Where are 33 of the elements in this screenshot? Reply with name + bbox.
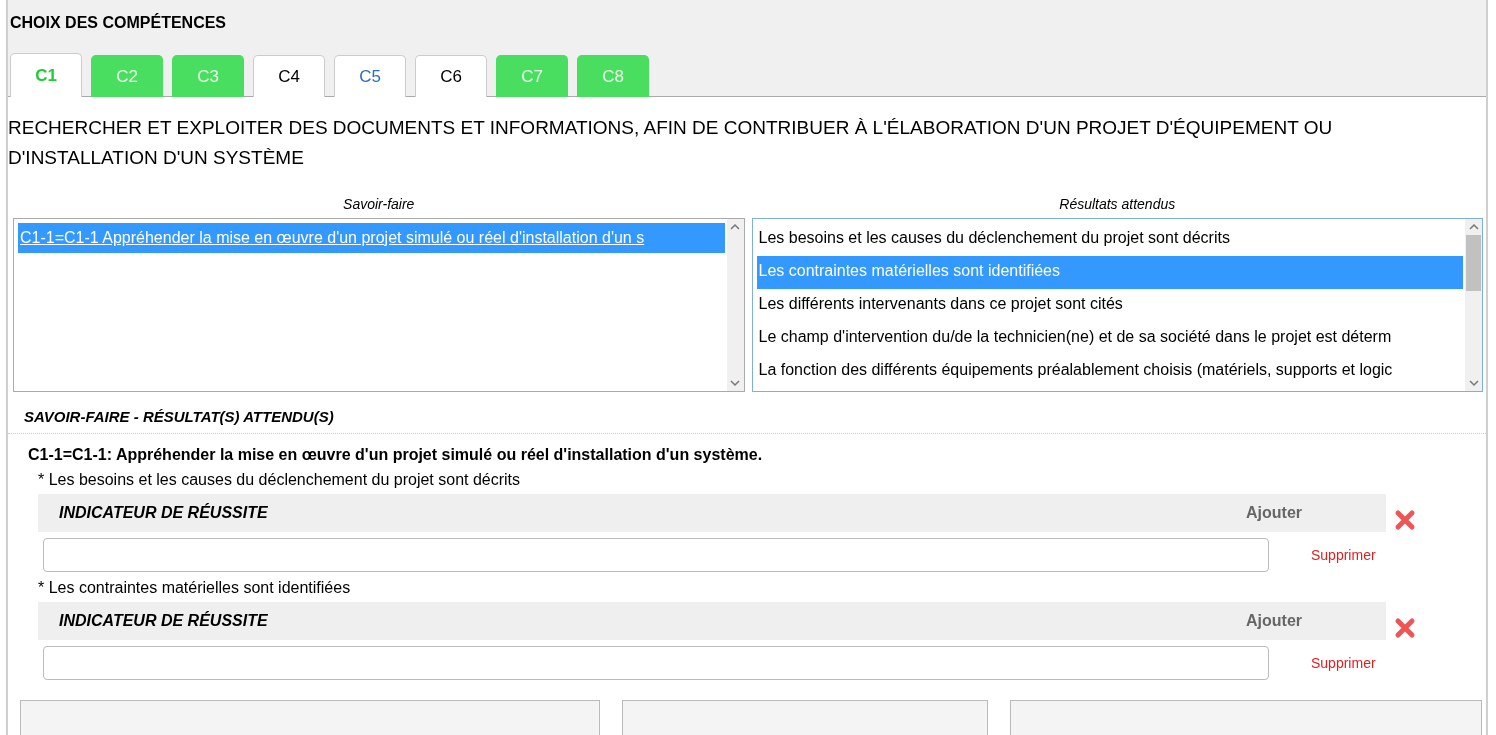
add-button[interactable]: Ajouter	[1246, 504, 1302, 522]
close-icon[interactable]	[1394, 617, 1416, 639]
scroll-up-icon	[1468, 223, 1479, 231]
scroll-down-icon	[1468, 379, 1479, 387]
page-title: CHOIX DES COMPÉTENCES	[10, 14, 228, 32]
list-item[interactable]: La fonction des différents équipements préalablement choisis (matériels, supports et logic	[756, 355, 1463, 388]
scrollbar[interactable]	[1465, 219, 1482, 391]
result-label: * Les besoins et les causes du déclenchement du projet sont décrits	[37, 471, 522, 489]
delete-link[interactable]: Supprimer	[1311, 547, 1376, 563]
list-item[interactable]: Le champ d'intervention du/de la technicien(ne) et de sa société dans le projet est déterm	[756, 322, 1463, 355]
indicator-input[interactable]	[43, 538, 1269, 572]
scroll-up-icon	[730, 223, 740, 231]
section-title: SAVOIR-FAIRE - RÉSULTAT(S) ATTENDU(S)	[8, 392, 1486, 434]
add-button[interactable]: Ajouter	[1246, 612, 1302, 630]
list-item[interactable]: Les besoins et les causes du déclenchement du projet sont décrits	[756, 223, 1463, 256]
indicator-title: INDICATEUR DE RÉUSSITE	[58, 612, 268, 630]
skill-heading: C1-1=C1-1: Appréhender la mise en œuvre d'un projet simulé ou réel d'installation d'un système.	[28, 445, 764, 464]
list-item[interactable]: C1-1=C1-1 Appréhender la mise en œuvre d'un projet simulé ou réel d'installation d'un s	[18, 223, 725, 253]
scroll-down-icon	[730, 379, 740, 387]
list-item[interactable]: Les différents intervenants dans ce projet sont cités	[756, 289, 1463, 322]
tab[interactable]: C6	[415, 55, 487, 97]
close-icon[interactable]	[1394, 509, 1416, 531]
scrollbar[interactable]	[726, 219, 744, 391]
delete-link[interactable]: Supprimer	[1311, 655, 1376, 671]
tab[interactable]: C4	[253, 55, 325, 97]
tab[interactable]: C5	[334, 55, 406, 97]
competence-title: RECHERCHER ET EXPLOITER DES DOCUMENTS ET INFORMATIONS, AFIN DE CONTRIBUER À L'ÉLABORATION D'UN PROJET D'ÉQUIPEMENT OU D'INSTALLATION D'UN SYSTÈME	[8, 116, 1334, 170]
indicator-title: INDICATEUR DE RÉUSSITE	[58, 504, 268, 522]
result-label: * Les contraintes matérielles sont identifiées	[37, 579, 352, 597]
list-item[interactable]: Les contraintes matérielles sont identifiées	[756, 256, 1463, 289]
list-caption: Résultats attendus	[1058, 196, 1177, 212]
list-caption: Savoir-faire	[342, 196, 416, 212]
indicator-input[interactable]	[43, 646, 1269, 680]
